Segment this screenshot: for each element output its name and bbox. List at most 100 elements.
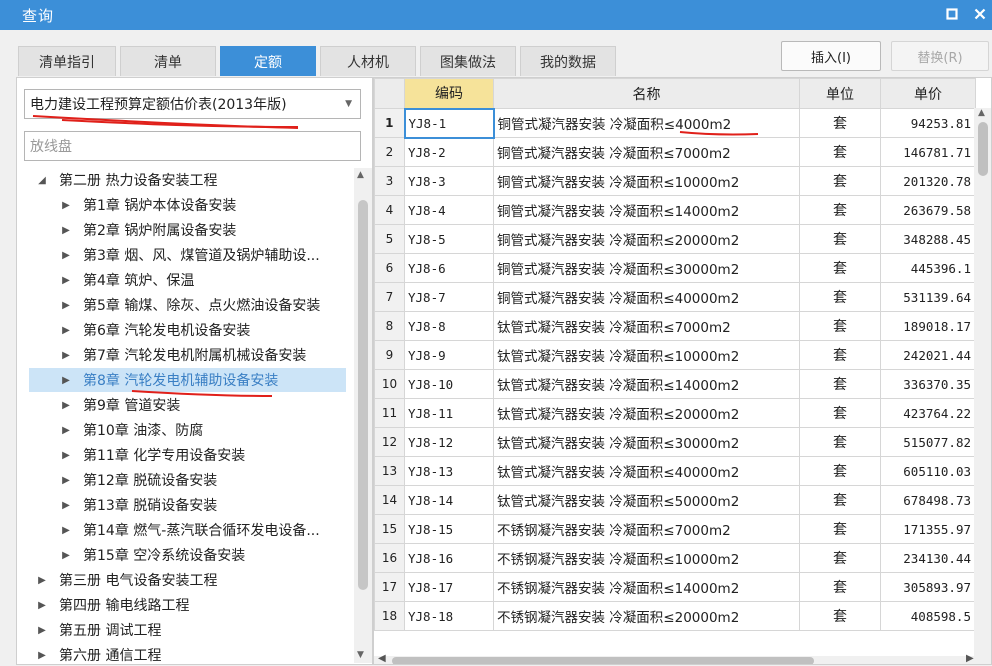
unit-cell[interactable]: 套 <box>799 485 881 515</box>
code-cell[interactable]: YJ8-12 <box>404 427 494 457</box>
code-cell[interactable]: YJ8-9 <box>404 340 494 370</box>
unit-cell[interactable]: 套 <box>799 398 881 428</box>
unit-cell[interactable]: 套 <box>799 166 881 196</box>
row-number[interactable]: 3 <box>374 166 405 196</box>
quota-library-select[interactable]: 电力建设工程预算定额估价表(2013年版) ▼ <box>24 89 361 119</box>
code-cell[interactable]: YJ8-13 <box>404 456 494 486</box>
grid-vertical-scrollbar[interactable]: ▲ <box>974 108 991 658</box>
price-cell[interactable]: 242021.44 <box>880 340 976 370</box>
name-cell[interactable]: 铜管式凝汽器安装 冷凝面积≤10000m2 <box>493 166 800 196</box>
table-row[interactable]: 4 YJ8-4 铜管式凝汽器安装 冷凝面积≤14000m2 套 263679.58 <box>374 195 976 225</box>
name-cell[interactable]: 钛管式凝汽器安装 冷凝面积≤40000m2 <box>493 456 800 486</box>
row-number[interactable]: 16 <box>374 543 405 573</box>
scroll-down-icon[interactable]: ▼ <box>357 650 364 660</box>
name-cell[interactable]: 铜管式凝汽器安装 冷凝面积≤14000m2 <box>493 195 800 225</box>
collapsed-triangle-icon[interactable]: ▶ <box>59 425 73 436</box>
price-cell[interactable]: 348288.45 <box>880 224 976 254</box>
tab-list-guide[interactable]: 清单指引 <box>18 46 116 76</box>
price-cell[interactable]: 678498.73 <box>880 485 976 515</box>
scrollbar-thumb[interactable] <box>978 122 988 176</box>
close-icon[interactable] <box>968 3 992 25</box>
tree-item[interactable]: ▶ 第五册 调试工程 <box>35 618 161 642</box>
scrollbar-thumb[interactable] <box>358 200 368 590</box>
price-cell[interactable]: 408598.5 <box>880 601 976 631</box>
name-cell[interactable]: 不锈钢凝汽器安装 冷凝面积≤7000m2 <box>493 514 800 544</box>
name-cell[interactable]: 不锈钢凝汽器安装 冷凝面积≤20000m2 <box>493 601 800 631</box>
collapsed-triangle-icon[interactable]: ▶ <box>59 450 73 461</box>
collapsed-triangle-icon[interactable]: ▶ <box>59 475 73 486</box>
unit-cell[interactable]: 套 <box>799 601 881 631</box>
name-cell[interactable]: 钛管式凝汽器安装 冷凝面积≤30000m2 <box>493 427 800 457</box>
name-cell[interactable]: 铜管式凝汽器安装 冷凝面积≤7000m2 <box>493 137 800 167</box>
row-number[interactable]: 7 <box>374 282 405 312</box>
scroll-up-icon[interactable]: ▲ <box>978 108 985 118</box>
collapsed-triangle-icon[interactable]: ▶ <box>59 350 73 361</box>
table-row[interactable]: 5 YJ8-5 铜管式凝汽器安装 冷凝面积≤20000m2 套 348288.45 <box>374 224 976 254</box>
unit-cell[interactable]: 套 <box>799 224 881 254</box>
tree-item[interactable]: ▶ 第13章 脱硝设备安装 <box>59 493 217 517</box>
table-row[interactable]: 16 YJ8-16 不锈钢凝汽器安装 冷凝面积≤10000m2 套 234130.44 <box>374 543 976 573</box>
name-cell[interactable]: 钛管式凝汽器安装 冷凝面积≤7000m2 <box>493 311 800 341</box>
unit-cell[interactable]: 套 <box>799 543 881 573</box>
collapsed-triangle-icon[interactable]: ▶ <box>59 275 73 286</box>
code-cell[interactable]: YJ8-14 <box>404 485 494 515</box>
name-cell[interactable]: 铜管式凝汽器安装 冷凝面积≤4000m2 <box>493 108 800 138</box>
maximize-icon[interactable] <box>940 3 964 25</box>
price-cell[interactable]: 531139.64 <box>880 282 976 312</box>
tree-item[interactable]: ▶ 第9章 管道安装 <box>59 393 180 417</box>
collapsed-triangle-icon[interactable]: ▶ <box>35 575 49 586</box>
tree-item[interactable]: ▶ 第14章 燃气-蒸汽联合循环发电设备... <box>59 518 320 542</box>
table-row[interactable]: 18 YJ8-18 不锈钢凝汽器安装 冷凝面积≤20000m2 套 408598.5 <box>374 601 976 631</box>
table-row[interactable]: 11 YJ8-11 钛管式凝汽器安装 冷凝面积≤20000m2 套 423764.22 <box>374 398 976 428</box>
price-cell[interactable]: 445396.1 <box>880 253 976 283</box>
unit-cell[interactable]: 套 <box>799 456 881 486</box>
scroll-right-icon[interactable]: ▶ <box>966 653 974 664</box>
tree-item[interactable]: ▶ 第5章 输煤、除灰、点火燃油设备安装 <box>59 293 320 317</box>
tree-item[interactable]: ▶ 第1章 锅炉本体设备安装 <box>59 193 236 217</box>
code-cell[interactable]: YJ8-10 <box>404 369 494 399</box>
collapsed-triangle-icon[interactable]: ▶ <box>35 650 49 661</box>
tab-materials[interactable]: 人材机 <box>320 46 416 76</box>
name-cell[interactable]: 铜管式凝汽器安装 冷凝面积≤20000m2 <box>493 224 800 254</box>
col-header-unit[interactable]: 单位 <box>799 78 881 109</box>
tab-atlas-methods[interactable]: 图集做法 <box>420 46 516 76</box>
code-cell[interactable]: YJ8-2 <box>404 137 494 167</box>
code-cell[interactable]: YJ8-15 <box>404 514 494 544</box>
tree-item[interactable]: ▶ 第四册 输电线路工程 <box>35 593 189 617</box>
table-row[interactable]: 17 YJ8-17 不锈钢凝汽器安装 冷凝面积≤14000m2 套 305893.97 <box>374 572 976 602</box>
collapsed-triangle-icon[interactable]: ▶ <box>59 550 73 561</box>
row-number[interactable]: 10 <box>374 369 405 399</box>
price-cell[interactable]: 305893.97 <box>880 572 976 602</box>
table-row[interactable]: 12 YJ8-12 钛管式凝汽器安装 冷凝面积≤30000m2 套 515077.82 <box>374 427 976 457</box>
tree-item[interactable]: ▶ 第12章 脱硫设备安装 <box>59 468 217 492</box>
name-cell[interactable]: 钛管式凝汽器安装 冷凝面积≤20000m2 <box>493 398 800 428</box>
row-number[interactable]: 13 <box>374 456 405 486</box>
name-cell[interactable]: 不锈钢凝汽器安装 冷凝面积≤10000m2 <box>493 543 800 573</box>
tab-my-data[interactable]: 我的数据 <box>520 46 616 76</box>
collapsed-triangle-icon[interactable]: ▶ <box>59 225 73 236</box>
table-row[interactable]: 10 YJ8-10 钛管式凝汽器安装 冷凝面积≤14000m2 套 336370.35 <box>374 369 976 399</box>
name-cell[interactable]: 钛管式凝汽器安装 冷凝面积≤10000m2 <box>493 340 800 370</box>
tree-item[interactable]: ▶ 第6章 汽轮发电机设备安装 <box>59 318 250 342</box>
tab-list[interactable]: 清单 <box>120 46 216 76</box>
table-row[interactable]: 3 YJ8-3 铜管式凝汽器安装 冷凝面积≤10000m2 套 201320.78 <box>374 166 976 196</box>
tree-item[interactable]: ▶ 第4章 筑炉、保温 <box>59 268 194 292</box>
scrollbar-thumb[interactable] <box>392 657 814 664</box>
code-cell[interactable]: YJ8-1 <box>403 107 495 139</box>
code-cell[interactable]: YJ8-6 <box>404 253 494 283</box>
unit-cell[interactable]: 套 <box>799 369 881 399</box>
table-row[interactable]: 13 YJ8-13 钛管式凝汽器安装 冷凝面积≤40000m2 套 605110.03 <box>374 456 976 486</box>
replace-button[interactable]: 替换(R) <box>891 41 989 71</box>
tab-quota[interactable]: 定额 <box>220 46 316 76</box>
scroll-left-icon[interactable]: ◀ <box>378 653 386 664</box>
collapsed-triangle-icon[interactable]: ▶ <box>59 500 73 511</box>
price-cell[interactable]: 423764.22 <box>880 398 976 428</box>
name-cell[interactable]: 不锈钢凝汽器安装 冷凝面积≤14000m2 <box>493 572 800 602</box>
collapsed-triangle-icon[interactable]: ▶ <box>59 200 73 211</box>
collapsed-triangle-icon[interactable]: ▶ <box>59 375 73 386</box>
row-number[interactable]: 9 <box>374 340 405 370</box>
collapsed-triangle-icon[interactable]: ▶ <box>59 250 73 261</box>
table-row[interactable]: 8 YJ8-8 钛管式凝汽器安装 冷凝面积≤7000m2 套 189018.17 <box>374 311 976 341</box>
grid-horizontal-scrollbar[interactable]: ◀ ▶ <box>374 653 991 664</box>
table-row[interactable]: 6 YJ8-6 铜管式凝汽器安装 冷凝面积≤30000m2 套 445396.1 <box>374 253 976 283</box>
